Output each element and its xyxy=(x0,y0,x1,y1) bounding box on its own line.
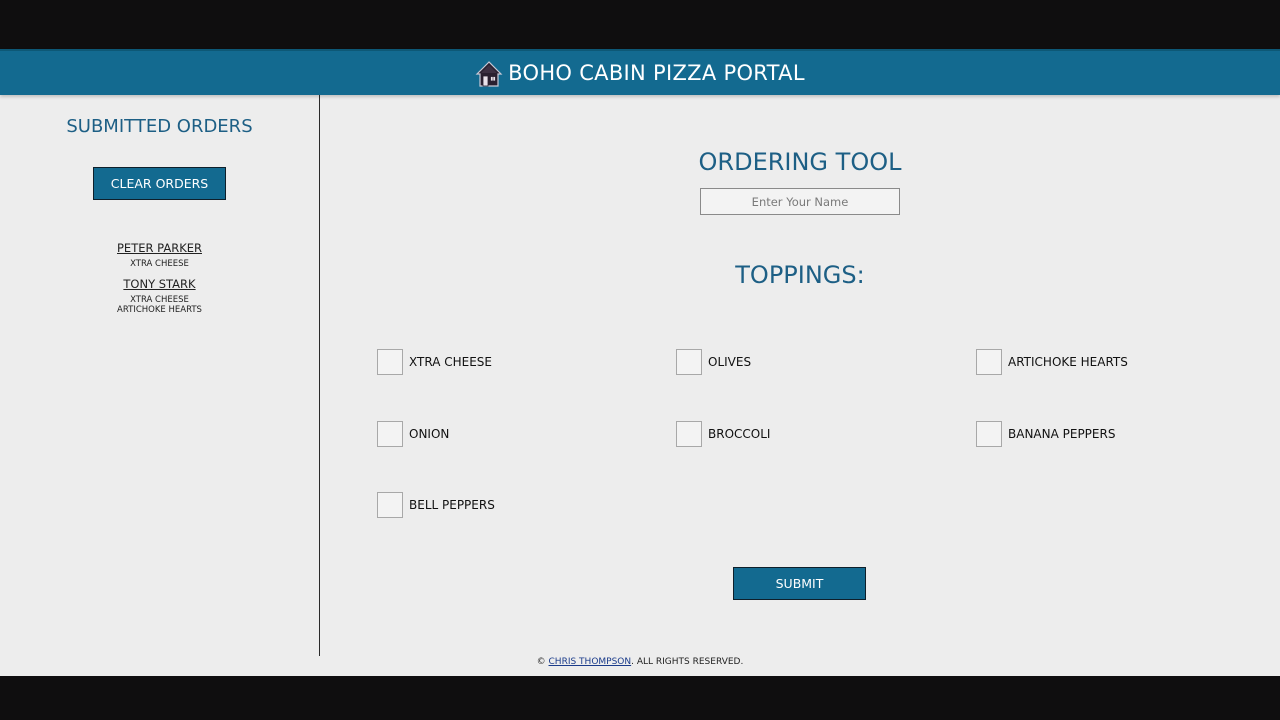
order-toppings: XTRA CHEESE ARTICHOKE HEARTS xyxy=(0,295,319,315)
footer: © CHRIS THOMPSON. ALL RIGHTS RESERVED. xyxy=(0,657,1280,667)
order-topping: XTRA CHEESE xyxy=(130,295,189,305)
sidebar-title: SUBMITTED ORDERS xyxy=(66,116,253,137)
submit-button[interactable]: SUBMIT xyxy=(733,567,866,600)
topping-label: OLIVES xyxy=(708,355,752,369)
topping-label: ONION xyxy=(409,427,450,441)
topping-olives[interactable]: OLIVES xyxy=(676,349,751,375)
order-topping: XTRA CHEESE xyxy=(130,259,189,269)
topping-artichoke-hearts[interactable]: ARTICHOKE HEARTS xyxy=(976,349,1128,375)
topping-checkbox[interactable] xyxy=(676,349,702,375)
topping-label: BELL PEPPERS xyxy=(409,498,495,512)
topping-broccoli[interactable]: BROCCOLI xyxy=(676,421,770,447)
topping-checkbox[interactable] xyxy=(976,349,1002,375)
topping-xtra-cheese[interactable]: XTRA CHEESE xyxy=(377,349,492,375)
header-bar: BOHO CABIN PIZZA PORTAL xyxy=(0,49,1280,95)
clear-orders-button[interactable]: CLEAR ORDERS xyxy=(93,167,226,200)
topping-label: ARTICHOKE HEARTS xyxy=(1008,355,1128,369)
topping-checkbox[interactable] xyxy=(377,349,403,375)
topping-checkbox[interactable] xyxy=(377,492,403,518)
topping-checkbox[interactable] xyxy=(976,421,1002,447)
order-item: PETER PARKER XTRA CHEESE xyxy=(0,241,319,269)
copyright-prefix: © xyxy=(536,657,549,667)
topping-label: BROCCOLI xyxy=(708,427,771,441)
order-toppings: XTRA CHEESE xyxy=(0,259,319,269)
name-input[interactable] xyxy=(700,188,900,215)
order-name[interactable]: TONY STARK xyxy=(0,277,319,291)
orders-list: PETER PARKER XTRA CHEESE TONY STARK XTRA… xyxy=(0,241,319,323)
app-title: BOHO CABIN PIZZA PORTAL xyxy=(508,61,805,85)
app-window: BOHO CABIN PIZZA PORTAL SUBMITTED ORDERS… xyxy=(0,49,1280,676)
topping-onion[interactable]: ONION xyxy=(377,421,449,447)
order-item: TONY STARK XTRA CHEESE ARTICHOKE HEARTS xyxy=(0,277,319,315)
order-topping: ARTICHOKE HEARTS xyxy=(117,305,202,315)
cabin-logo-icon xyxy=(475,61,503,87)
topping-label: BANANA PEPPERS xyxy=(1008,427,1116,441)
sidebar: SUBMITTED ORDERS CLEAR ORDERS PETER PARK… xyxy=(0,95,320,656)
topping-bell-peppers[interactable]: BELL PEPPERS xyxy=(377,492,495,518)
toppings-title: TOPPINGS: xyxy=(735,261,865,289)
topping-checkbox[interactable] xyxy=(676,421,702,447)
copyright-suffix: . ALL RIGHTS RESERVED. xyxy=(631,657,744,667)
author-link[interactable]: CHRIS THOMPSON xyxy=(549,657,632,667)
ordering-tool-title: ORDERING TOOL xyxy=(698,148,902,176)
ordering-panel: ORDERING TOOL TOPPINGS: XTRA CHEESE OLIV… xyxy=(320,95,1280,656)
topping-banana-peppers[interactable]: BANANA PEPPERS xyxy=(976,421,1115,447)
topping-label: XTRA CHEESE xyxy=(409,355,492,369)
topping-checkbox[interactable] xyxy=(377,421,403,447)
order-name[interactable]: PETER PARKER xyxy=(0,241,319,255)
